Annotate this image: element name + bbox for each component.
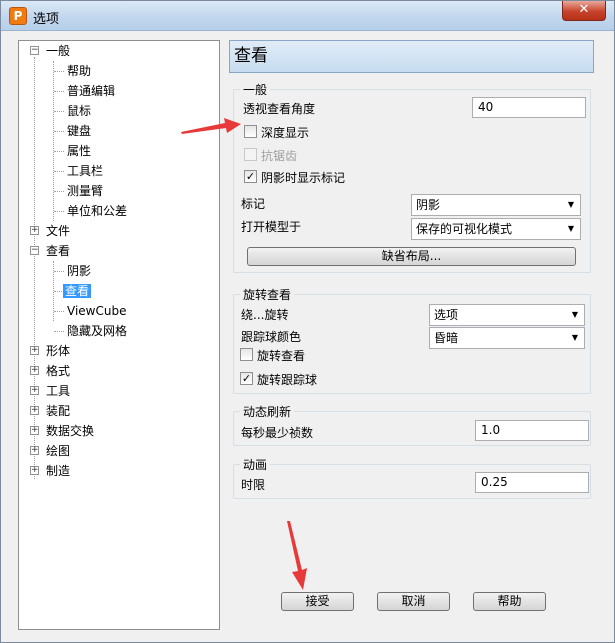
- tree-item-label: 测量臂: [67, 184, 104, 198]
- rotate-view-checkbox[interactable]: [240, 348, 253, 361]
- group-title: 动态刷新: [240, 403, 295, 420]
- rotate-trackball-label: 旋转跟踪球: [257, 373, 318, 387]
- tree-item-keyboard[interactable]: 键盘: [65, 121, 93, 141]
- window-title: 选项: [33, 12, 60, 27]
- marker-label: 标记: [241, 197, 266, 211]
- expand-icon[interactable]: +: [30, 406, 39, 415]
- group-title: 动画: [240, 456, 271, 473]
- tree-item-label: 鼠标: [67, 104, 92, 118]
- rotate-trackball-checkbox[interactable]: ✓: [240, 372, 253, 385]
- tree-item-hide-grid[interactable]: 隐藏及网格: [65, 321, 129, 341]
- cancel-button[interactable]: 取消: [377, 592, 450, 611]
- collapse-icon[interactable]: −: [30, 246, 39, 255]
- tree-item-mouse[interactable]: 鼠标: [65, 101, 93, 121]
- open-model-select[interactable]: 保存的可视化模式 ▼: [411, 218, 581, 240]
- tree-item-toolbar[interactable]: 工具栏: [65, 161, 105, 181]
- tree-item-label: 绘图: [46, 444, 71, 458]
- chevron-down-icon: ▼: [571, 333, 578, 342]
- perspective-angle-input[interactable]: 40: [472, 97, 586, 118]
- marker-select[interactable]: 阴影 ▼: [411, 194, 581, 216]
- open-model-label: 打开模型于: [241, 220, 302, 234]
- group-title: 旋转查看: [240, 286, 295, 303]
- annotation-arrow-icon: [181, 118, 241, 134]
- tree-item-label: 工具: [46, 384, 71, 398]
- tree-item-label: 属性: [67, 144, 92, 158]
- expand-icon[interactable]: +: [30, 386, 39, 395]
- depth-display-label: 深度显示: [261, 126, 310, 140]
- tree-item-label: 隐藏及网格: [67, 324, 128, 338]
- trackball-color-label: 跟踪球颜色: [241, 330, 302, 344]
- help-button[interactable]: 帮助: [473, 592, 546, 611]
- app-icon: P: [9, 7, 27, 25]
- tree-item-help[interactable]: 帮助: [65, 61, 93, 81]
- min-fps-input[interactable]: 1.0: [475, 420, 589, 441]
- rotate-around-select-value: 选项: [434, 308, 459, 322]
- expand-icon[interactable]: +: [30, 426, 39, 435]
- expand-icon[interactable]: +: [30, 446, 39, 455]
- annotation-arrow-shape: [181, 118, 241, 134]
- annotation-arrow-shape: [287, 521, 307, 590]
- depth-display-checkbox[interactable]: [244, 125, 257, 138]
- rotate-around-label: 绕...旋转: [241, 308, 289, 322]
- duration-label: 时限: [241, 478, 266, 492]
- title-bar: P 选项 ✕: [1, 1, 614, 31]
- tree-item-measure-arm[interactable]: 测量臂: [65, 181, 105, 201]
- min-fps-label: 每秒最少祯数: [241, 426, 314, 440]
- trackball-color-select[interactable]: 昏暗 ▼: [429, 327, 585, 349]
- shadow-marker-label: 阴影时显示标记: [261, 171, 346, 185]
- tree-item-properties[interactable]: 属性: [65, 141, 93, 161]
- accept-button[interactable]: 接受: [281, 592, 354, 611]
- annotation-arrow-icon: [287, 521, 307, 590]
- tree-item-label: 形体: [46, 344, 71, 358]
- trackball-color-select-value: 昏暗: [434, 331, 459, 345]
- expand-icon[interactable]: +: [30, 346, 39, 355]
- duration-input[interactable]: 0.25: [475, 472, 589, 493]
- antialias-checkbox[interactable]: [244, 148, 257, 161]
- tree-item-label: 格式: [46, 364, 71, 378]
- tree-item-label: 工具栏: [67, 164, 104, 178]
- tree-item-label: 查看: [46, 244, 71, 258]
- expand-icon[interactable]: +: [30, 226, 39, 235]
- perspective-angle-label: 透视查看角度: [243, 102, 316, 116]
- tree-item-label: 单位和公差: [67, 204, 128, 218]
- tree-item-label: 普通编辑: [67, 84, 116, 98]
- page-title: 查看: [229, 40, 594, 73]
- tree-item-label: 一般: [46, 44, 71, 58]
- open-model-select-value: 保存的可视化模式: [416, 222, 513, 236]
- options-dialog: P 选项 ✕ − 一般 帮助 普通编辑 鼠标 键盘 属性 工具栏 测量臂 单位和…: [0, 0, 615, 643]
- rotate-around-select[interactable]: 选项 ▼: [429, 304, 585, 326]
- tree-item-label: 帮助: [67, 64, 92, 78]
- tree-item-view-settings[interactable]: 查看: [63, 281, 92, 301]
- tree-item-label: 查看: [63, 284, 92, 298]
- chevron-down-icon: ▼: [567, 200, 574, 209]
- shadow-marker-checkbox[interactable]: ✓: [244, 170, 257, 183]
- antialias-label: 抗锯齿: [261, 149, 298, 163]
- tree-item-label: 键盘: [67, 124, 92, 138]
- expand-icon[interactable]: +: [30, 466, 39, 475]
- tree-item-label: 文件: [46, 224, 71, 238]
- tree-item-shading[interactable]: 阴影: [65, 261, 93, 281]
- tree-item-viewcube[interactable]: ViewCube: [65, 301, 128, 321]
- chevron-down-icon: ▼: [567, 224, 574, 233]
- tree-item-units[interactable]: 单位和公差: [65, 201, 129, 221]
- tree-item-label: 阴影: [67, 264, 92, 278]
- collapse-icon[interactable]: −: [30, 46, 39, 55]
- default-layout-button[interactable]: 缺省布局...: [247, 247, 576, 266]
- expand-icon[interactable]: +: [30, 366, 39, 375]
- tree-item-label: 装配: [46, 404, 71, 418]
- tree-item-label: 数据交换: [46, 424, 95, 438]
- rotate-view-label: 旋转查看: [257, 349, 306, 363]
- tree-item-label: ViewCube: [67, 304, 127, 318]
- close-button[interactable]: ✕: [562, 1, 606, 21]
- tree-item-edit[interactable]: 普通编辑: [65, 81, 117, 101]
- chevron-down-icon: ▼: [571, 310, 578, 319]
- group-title: 一般: [240, 81, 271, 98]
- marker-select-value: 阴影: [416, 198, 441, 212]
- tree-item-label: 制造: [46, 464, 71, 478]
